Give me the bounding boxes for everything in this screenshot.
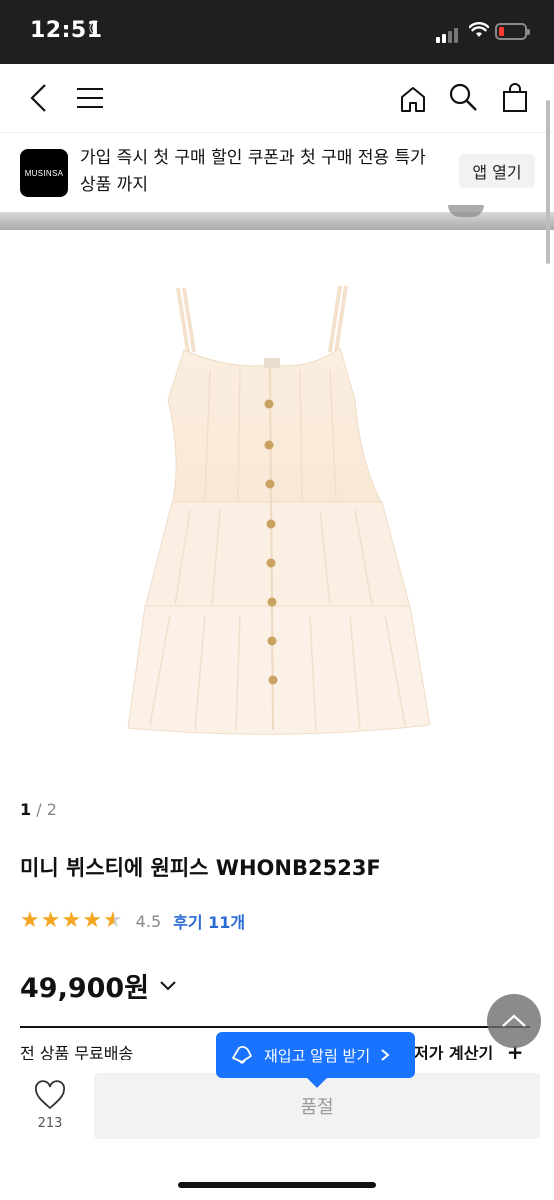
like-button[interactable]: 213 — [20, 1080, 80, 1131]
chevron-right-icon — [381, 1049, 390, 1061]
menu-icon[interactable] — [74, 82, 106, 114]
like-count: 213 — [37, 1116, 63, 1131]
restock-label: 재입고 알림 받기 — [264, 1046, 371, 1065]
scroll-to-top-button[interactable] — [487, 994, 541, 1048]
home-icon[interactable] — [396, 82, 430, 116]
half-star-icon: ★ — [102, 908, 123, 933]
wifi-icon — [468, 22, 490, 42]
moon-icon: ☾ — [88, 18, 106, 40]
signal-icon — [436, 24, 460, 43]
scrollbar[interactable] — [546, 100, 550, 264]
musinsa-logo: MUSINSA — [20, 149, 68, 197]
search-icon[interactable] — [446, 80, 480, 114]
star-icon: ★ — [40, 908, 61, 933]
pager-total: / 2 — [31, 800, 57, 819]
chevron-down-icon — [159, 980, 177, 992]
star-icon: ★ — [20, 908, 40, 933]
image-pager: 1 / 2 — [20, 800, 57, 819]
heart-icon — [35, 1080, 65, 1110]
divider — [20, 1026, 530, 1028]
review-link[interactable]: 후기 11개 — [173, 909, 245, 933]
product-price: 49,900원 — [20, 973, 150, 1004]
rating-score: 4.5 — [135, 911, 162, 931]
home-indicator — [178, 1182, 376, 1188]
top-nav — [0, 64, 554, 132]
pager-current: 1 — [20, 800, 32, 819]
restock-alert-tooltip[interactable]: 재입고 알림 받기 — [216, 1032, 415, 1078]
banner-text: 가입 즉시 첫 구매 할인 쿠폰과 첫 구매 전용 특가 상품 까지 — [80, 148, 426, 195]
product-rating: ★ ★ ★ ★ ★ 4.5 후기 11개 — [20, 909, 245, 933]
back-icon[interactable] — [22, 80, 56, 116]
price-row[interactable]: 49,900원 — [20, 966, 177, 1005]
product-image[interactable] — [0, 230, 554, 790]
battery-icon — [495, 23, 530, 40]
chevron-up-icon — [502, 1014, 526, 1027]
open-app-button[interactable]: 앱 열기 — [459, 154, 535, 188]
status-bar: 12:51 ☾ — [0, 0, 554, 64]
shopping-bag-icon[interactable] — [498, 80, 532, 116]
bell-icon — [232, 1045, 252, 1064]
star-icon: ★ — [82, 908, 102, 933]
star-icon: ★ — [61, 908, 82, 933]
product-title: 미니 뷔스티에 원피스 WHONB2523F — [20, 856, 381, 880]
